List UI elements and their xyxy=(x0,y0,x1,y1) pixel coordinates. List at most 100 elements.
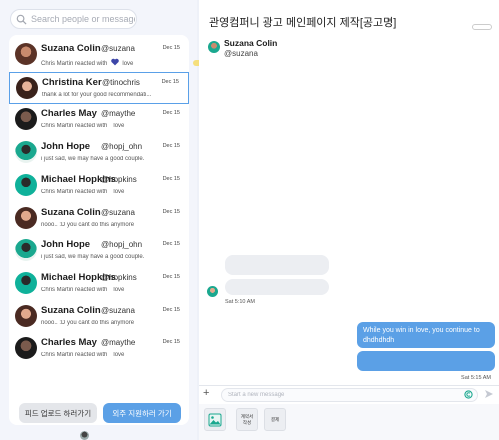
send-icon[interactable] xyxy=(484,389,494,399)
avatar xyxy=(15,173,37,196)
preview-suffix: love xyxy=(113,352,125,359)
heart-icon xyxy=(111,58,120,66)
contact-name: John Hope xyxy=(41,239,91,251)
contact-handle: @maythe xyxy=(101,338,136,348)
preview-prefix: Chris Martin reacted with xyxy=(41,123,108,130)
incoming-message-bubble xyxy=(225,255,329,275)
conversation-item[interactable]: Charles May @maythe Dec 15 Chris Martin rea… xyxy=(9,333,189,365)
message-preview: Chris Martin reacted with love xyxy=(41,58,151,67)
preview-suffix: love xyxy=(113,188,125,195)
message-date: Dec 15 xyxy=(162,306,180,313)
message-date: Dec 15 xyxy=(162,175,180,182)
chat-panel: 관영컴퍼니 광고 메인페이지 제작[공고명] Suzana Colin @suz… xyxy=(199,0,499,440)
message-date: Dec 15 xyxy=(162,45,180,51)
contact-handle: @hopj_ohn xyxy=(101,142,143,152)
contact-name: Charles May xyxy=(41,108,97,120)
contact-handle: @hopkins xyxy=(101,272,137,282)
message-preview: i just sad, we may have a good couple. xyxy=(41,254,145,261)
message-preview: nooo.. :D you cant do this anymore xyxy=(41,319,135,326)
feed-upload-button[interactable]: 피드 업로드 하러가기 xyxy=(19,403,97,423)
outgoing-message-line: dhdhdhdh xyxy=(363,337,395,344)
message-preview: Chris Martin reacted with love xyxy=(41,287,151,293)
preview-suffix: love xyxy=(122,61,134,67)
conversation-item[interactable]: John Hope @hopj_ohn Dec 15 i just sad, we m… xyxy=(9,235,189,267)
image-attach-button[interactable] xyxy=(204,408,226,431)
contact-handle: @tinochris xyxy=(102,77,140,87)
message-date: Dec 15 xyxy=(161,78,179,85)
contact-name: Christina Ker xyxy=(42,76,102,88)
contact-name: Suzana Colin xyxy=(224,38,278,48)
preview-prefix: Chris Martin reacted with xyxy=(41,352,108,359)
avatar xyxy=(15,206,37,229)
avatar xyxy=(16,76,38,99)
image-icon xyxy=(208,413,222,426)
preview-prefix: Chris Martin reacted with xyxy=(41,61,108,67)
emoji-icon[interactable] xyxy=(464,390,473,399)
contact-handle: @suzana xyxy=(101,44,135,53)
message-date: Dec 15 xyxy=(162,208,180,215)
apply-outsourcing-button[interactable]: 외주 지원하러 가기 xyxy=(103,403,181,423)
contact-name: Suzana Colin xyxy=(41,304,101,316)
outgoing-message-line: While you win in love, you continue to xyxy=(363,327,480,334)
message-date: Dec 15 xyxy=(162,273,180,280)
message-date: Dec 15 xyxy=(162,143,180,150)
contact-handle: @hopkins xyxy=(101,174,137,184)
conversation-list: Suzana Colin @suzana Dec 15 Chris Martin re… xyxy=(9,35,189,425)
contact-avatar[interactable] xyxy=(208,41,220,53)
incoming-message-bubble xyxy=(225,279,329,295)
attachment-toolbar: 계약서 작성 결제 xyxy=(199,404,499,440)
incoming-timestamp: Sat 5:10 AM xyxy=(225,299,255,305)
message-preview: Chris Martin reacted with love xyxy=(41,189,151,195)
conversation-item[interactable]: Suzana Colin @suzana Dec 15 Chris Martin re… xyxy=(9,39,189,71)
message-preview: nooo.. :D you cant do this anymore xyxy=(41,221,135,228)
conversation-item[interactable]: Charles May @maythe Dec 15 Chris Martin rea… xyxy=(9,104,189,136)
contract-button[interactable]: 계약서 작성 xyxy=(236,408,258,431)
avatar xyxy=(15,239,37,262)
preview-suffix: love xyxy=(113,286,125,293)
conversation-item[interactable]: Michael Hopkins @hopkins Dec 15 Chris Marti… xyxy=(9,268,189,300)
search-input[interactable] xyxy=(31,14,135,24)
message-composer: + xyxy=(199,385,499,403)
conversation-item[interactable]: Christina Ker @tinochris Dec 15 thank a lot… xyxy=(9,71,189,104)
message-input[interactable] xyxy=(221,388,478,402)
conversation-item[interactable]: John Hope @hopj_ohn Dec 15 i just sad, we m… xyxy=(9,137,189,169)
contact-name: Suzana Colin xyxy=(41,206,101,218)
contact-name: John Hope xyxy=(41,141,91,153)
conversation-panel: Suzana Colin@suzanaDec 15Chris Martin re… xyxy=(0,0,197,440)
message-preview: Chris Martin reacted with love xyxy=(41,123,151,129)
search-bar[interactable] xyxy=(10,9,137,29)
avatar xyxy=(15,304,37,327)
contact-handle: @suzana xyxy=(224,49,258,58)
search-icon xyxy=(16,14,27,25)
contact-handle: @suzana xyxy=(101,207,135,217)
contact-name: Charles May xyxy=(41,337,97,349)
message-preview: thank a lot for your good recommendati..… xyxy=(42,91,152,98)
message-preview: i just sad, we may have a good couple. xyxy=(41,156,145,163)
payment-label: 결제 xyxy=(270,416,280,422)
sender-avatar[interactable] xyxy=(207,286,218,297)
outgoing-message-bubble: While you win in love, you continue to d… xyxy=(357,322,495,348)
message-preview: Chris Martin reacted with love xyxy=(41,352,151,358)
message-date: Dec 15 xyxy=(162,110,180,117)
message-date: Dec 15 xyxy=(162,339,180,346)
plus-icon[interactable]: + xyxy=(203,387,209,399)
avatar xyxy=(15,337,37,360)
payment-button[interactable]: 결제 xyxy=(264,408,286,431)
avatar xyxy=(15,141,37,164)
conversation-item[interactable]: Suzana Colin @suzana Dec 15 nooo.. :D you c… xyxy=(9,203,189,235)
outgoing-message-bubble xyxy=(357,351,495,371)
message-date: Dec 15 xyxy=(162,241,180,248)
conversation-item[interactable]: Suzana Colin @suzana Dec 15 nooo.. :D you c… xyxy=(9,301,189,333)
avatar xyxy=(15,271,37,294)
avatar xyxy=(15,43,37,65)
scroll-indicator[interactable] xyxy=(80,431,89,440)
avatar xyxy=(15,108,37,131)
chat-title: 관영컴퍼니 광고 메인페이지 제작[공고명] xyxy=(209,17,397,29)
conversation-item[interactable]: Michael Hopkins @hopkins Dec 15 Chris Marti… xyxy=(9,170,189,202)
contact-handle: @hopj_ohn xyxy=(101,240,143,250)
contact-handle: @maythe xyxy=(101,109,136,119)
preview-suffix: love xyxy=(113,123,125,130)
contact-name: Suzana Colin xyxy=(41,43,101,54)
chat-badge[interactable] xyxy=(472,24,492,30)
outgoing-timestamp: Sat 5:15 AM xyxy=(461,375,491,381)
